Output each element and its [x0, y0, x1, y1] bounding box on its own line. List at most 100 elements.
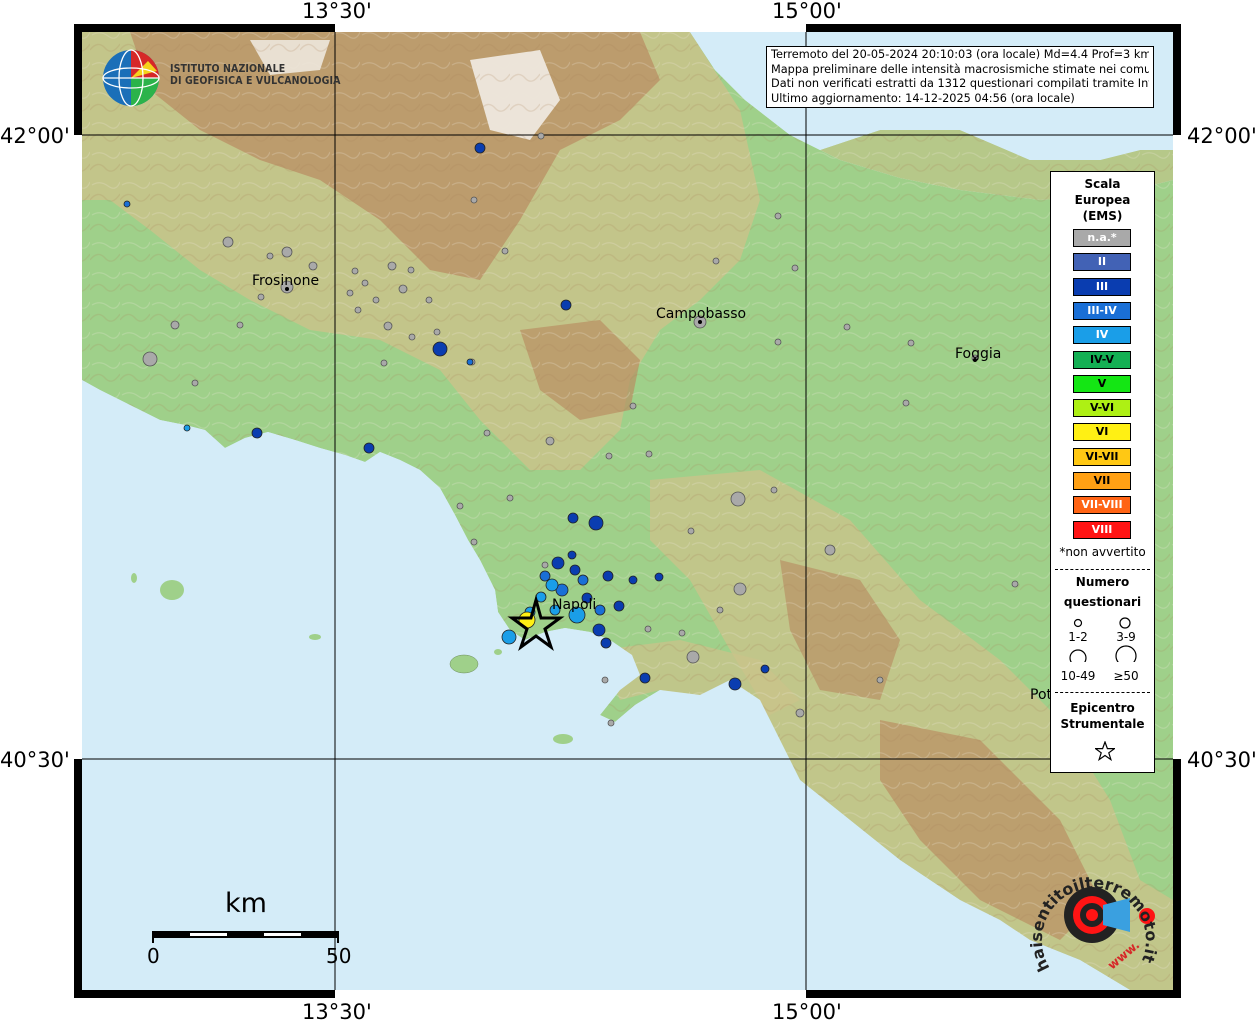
point-iii-iv[interactable] — [594, 604, 606, 616]
point-iii[interactable] — [728, 677, 742, 691]
point-na[interactable] — [1011, 580, 1019, 588]
point-na[interactable] — [687, 527, 695, 535]
point-na[interactable] — [383, 321, 393, 331]
point-na[interactable] — [470, 538, 478, 546]
point-iii[interactable] — [251, 427, 263, 439]
legend-item-vii: VII — [1073, 472, 1131, 490]
point-iv[interactable] — [501, 629, 517, 645]
point-na[interactable] — [483, 429, 491, 437]
point-na[interactable] — [308, 261, 318, 271]
point-iv[interactable] — [545, 578, 559, 592]
point-na[interactable] — [824, 544, 836, 556]
city-label-napoli: Napoli — [552, 597, 597, 613]
point-na[interactable] — [408, 333, 416, 341]
star-icon — [1095, 741, 1115, 761]
size-label-1: 1-2 — [1068, 630, 1088, 644]
point-na[interactable] — [191, 379, 199, 387]
point-na[interactable] — [380, 359, 388, 367]
point-na[interactable] — [876, 676, 884, 684]
point-na[interactable] — [456, 502, 464, 510]
svg-text:haisentitoilterremoto.it: haisentitoilterremoto.it — [1030, 873, 1160, 975]
point-na[interactable] — [170, 320, 180, 330]
point-iii[interactable] — [654, 572, 664, 582]
legend-separator-1 — [1055, 569, 1150, 570]
point-iii[interactable] — [760, 664, 770, 674]
point-na[interactable] — [470, 196, 478, 204]
point-na[interactable] — [506, 494, 514, 502]
point-iii-iv[interactable] — [577, 574, 589, 586]
point-iii[interactable] — [567, 550, 577, 560]
event-info-line-3: Dati non verificati estratti da 1312 que… — [771, 77, 1149, 91]
point-na[interactable] — [605, 452, 613, 460]
point-iii-iv[interactable] — [539, 570, 551, 582]
point-na[interactable] — [770, 486, 778, 494]
point-na[interactable] — [644, 625, 652, 633]
point-iii[interactable] — [613, 600, 625, 612]
point-na[interactable] — [774, 212, 782, 220]
point-iii[interactable] — [560, 299, 572, 311]
point-iii[interactable] — [474, 142, 486, 154]
point-na[interactable] — [601, 676, 609, 684]
point-na[interactable] — [425, 296, 433, 304]
legend-panel: Scala Europea (EMS) n.a.* II III III-IV IV IV… — [1050, 171, 1155, 773]
point-na[interactable] — [266, 252, 274, 260]
point-na[interactable] — [354, 306, 362, 314]
event-info-line-4: Ultimo aggiornamento: 14-12-2025 04:56 (… — [771, 91, 1075, 105]
point-na[interactable] — [257, 293, 265, 301]
point-na[interactable] — [678, 629, 686, 637]
city-label-campobasso: Campobasso — [656, 306, 747, 322]
point-iii[interactable] — [551, 556, 565, 570]
coord-right-4030: 40°30' — [1187, 748, 1255, 772]
point-na[interactable] — [541, 561, 549, 569]
size-label-4: ≥50 — [1113, 669, 1139, 683]
point-na[interactable] — [361, 279, 369, 287]
coord-top-1330: 13°30' — [302, 0, 372, 23]
point-na[interactable] — [791, 264, 799, 272]
point-iii[interactable] — [602, 570, 614, 582]
point-na[interactable] — [236, 321, 244, 329]
point-iii[interactable] — [600, 637, 612, 649]
point-na[interactable] — [346, 289, 354, 297]
point-na[interactable] — [537, 132, 545, 140]
point-na[interactable] — [774, 338, 782, 346]
point-iii[interactable] — [592, 623, 606, 637]
point-na[interactable] — [501, 247, 509, 255]
city-label-foggia: Foggia — [955, 346, 1002, 362]
point-na[interactable] — [712, 257, 720, 265]
point-iii[interactable] — [432, 341, 448, 357]
point-iii[interactable] — [569, 564, 581, 576]
point-iii[interactable] — [639, 672, 651, 684]
point-na[interactable] — [686, 650, 700, 664]
point-iii[interactable] — [588, 515, 604, 531]
point-iii-iv[interactable] — [466, 358, 474, 366]
point-na[interactable] — [281, 246, 293, 258]
point-na[interactable] — [795, 708, 805, 718]
point-na[interactable] — [351, 267, 359, 275]
point-na[interactable] — [387, 261, 397, 271]
point-iii[interactable] — [628, 575, 638, 585]
point-na[interactable] — [645, 450, 653, 458]
point-na[interactable] — [398, 284, 408, 294]
point-na[interactable] — [730, 491, 746, 507]
event-info-box: Terremoto del 20-05-2024 20:10:03 (ora l… — [766, 46, 1154, 108]
point-na[interactable] — [222, 236, 234, 248]
point-iii-iv[interactable] — [123, 200, 131, 208]
point-na[interactable] — [907, 339, 915, 347]
point-na[interactable] — [843, 323, 851, 331]
point-na[interactable] — [433, 328, 441, 336]
point-na[interactable] — [629, 402, 637, 410]
point-na[interactable] — [902, 399, 910, 407]
point-na[interactable] — [372, 296, 380, 304]
point-iii[interactable] — [363, 442, 375, 454]
size-symbol-small — [1073, 618, 1083, 628]
point-na[interactable] — [607, 719, 615, 727]
point-na[interactable] — [733, 582, 747, 596]
point-na[interactable] — [142, 351, 158, 367]
legend-count-title-2: questionari — [1063, 595, 1142, 609]
point-na[interactable] — [716, 606, 724, 614]
border-tick-right — [1173, 135, 1181, 759]
point-iv[interactable] — [183, 424, 191, 432]
point-na[interactable] — [545, 436, 555, 446]
point-iii[interactable] — [567, 512, 579, 524]
point-na[interactable] — [407, 266, 415, 274]
